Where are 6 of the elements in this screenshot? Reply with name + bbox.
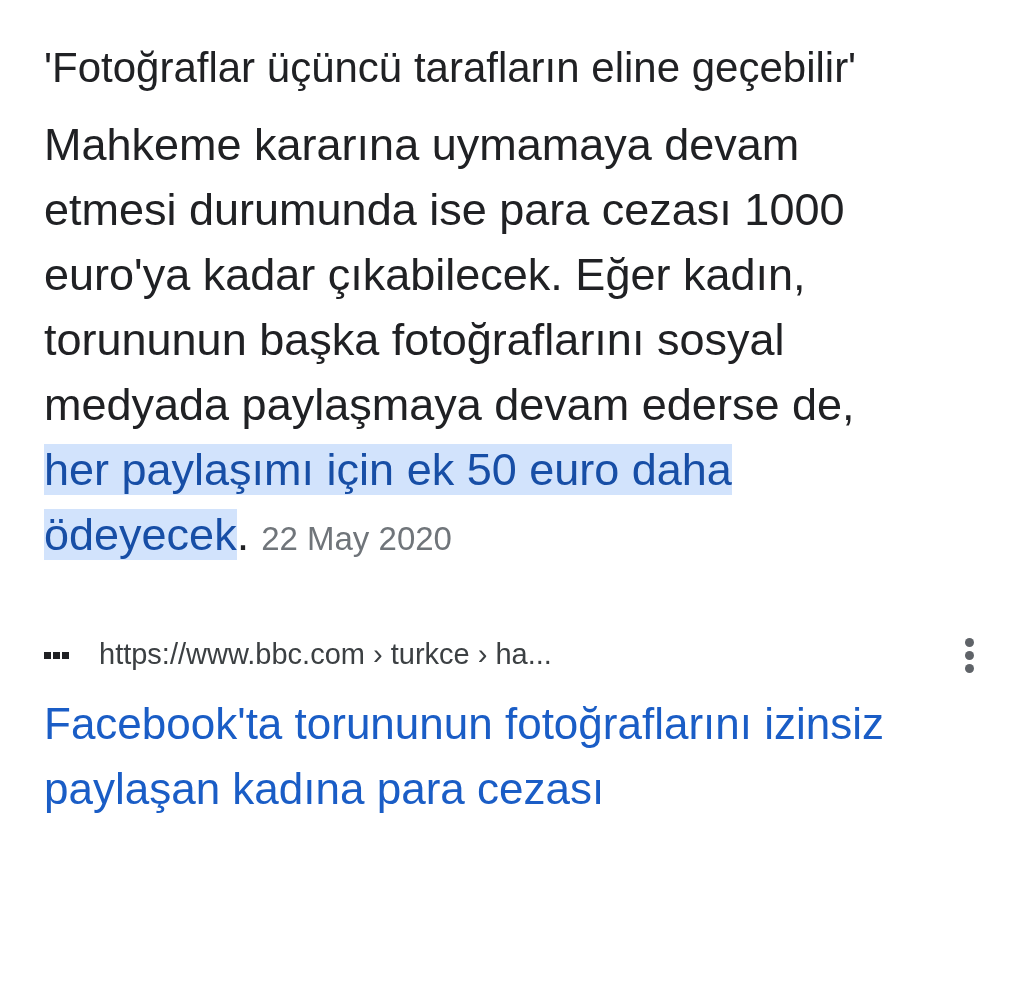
more-options-icon[interactable] [965,637,974,673]
result-url: https://www.bbc.com › turkce › ha... [99,637,552,673]
result-title-link[interactable]: Facebook'ta torununun fotoğraflarını izinsiz paylaşan kadına para cezası [44,691,944,821]
snippet-paragraph: Mahkeme kararına uymamaya devam etmesi durumunda ise para cezası 1000 euro'ya kadar çıkabilecek. Eğer kadın, torununun başka fotoğraflarını sosyal medyada paylaşmaya devam ederse de, her paylaşımı için ek 50 euro daha ödeyecek. 22 May 2020 [44,118,856,562]
site-icon [44,651,69,659]
snippet-heading: 'Fotoğraflar üçüncü tarafların eline geçebilir' [44,43,858,93]
